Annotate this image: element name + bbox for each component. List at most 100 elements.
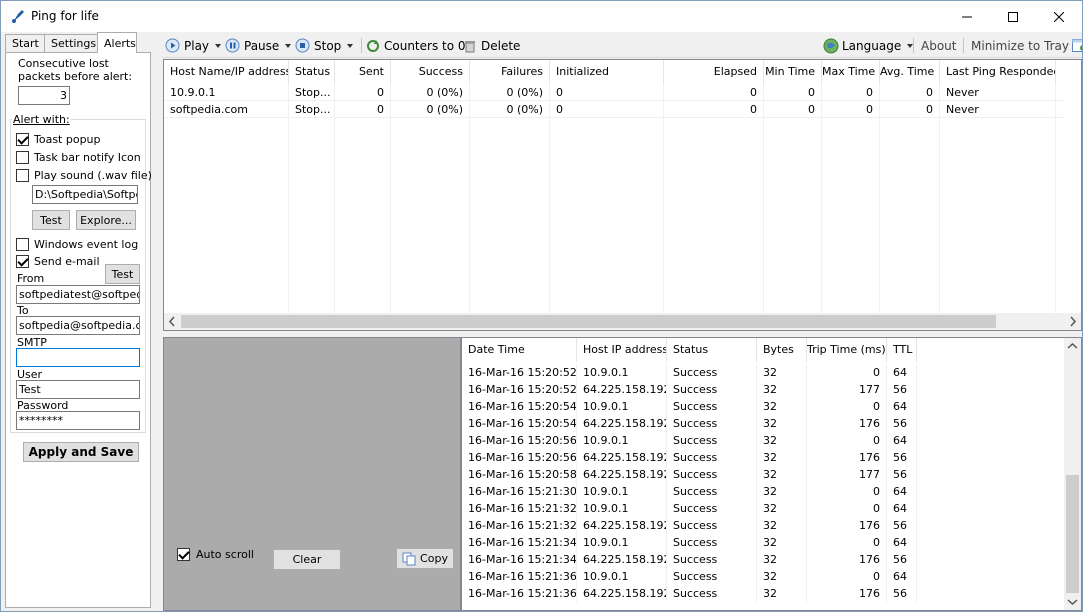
log-table-cell: 64.225.158.192 (577, 415, 667, 432)
scroll-right-icon[interactable] (1065, 313, 1081, 330)
sound-path-field[interactable]: D:\Softpedia\Softpec (32, 185, 138, 204)
hosts-column-header[interactable]: Last Ping Responded (940, 60, 1056, 84)
play-dropdown-icon[interactable] (215, 43, 222, 48)
hosts-horizontal-scrollbar[interactable] (164, 313, 1081, 330)
toast-popup-checkbox[interactable] (16, 133, 29, 146)
about-button[interactable]: About (921, 36, 956, 55)
hosts-column-header[interactable]: Initialized (550, 60, 664, 84)
tab-alerts[interactable]: Alerts (97, 32, 137, 53)
log-table-row[interactable]: 16-Mar-16 15:21:34 64.225.158.192 Success 3… (462, 551, 917, 568)
empty-cell (764, 288, 822, 305)
log-table-row[interactable]: 16-Mar-16 15:21:32 64.225.158.192 Success 3… (462, 517, 917, 534)
stop-button[interactable]: Stop (295, 36, 354, 55)
empty-cell (164, 169, 289, 186)
hosts-column-header[interactable]: Failures (470, 60, 550, 84)
log-table-cell: 64 (887, 534, 917, 551)
log-table-row[interactable]: 16-Mar-16 15:20:58 64.225.158.192 Success 3… (462, 466, 917, 483)
play-button[interactable]: Play (165, 36, 222, 55)
delete-button[interactable]: Delete (463, 36, 520, 55)
empty-cell (470, 186, 550, 203)
consecutive-count-field[interactable]: 3 (18, 86, 70, 105)
hosts-column-header[interactable]: Sent (335, 60, 391, 84)
scroll-left-icon[interactable] (164, 313, 180, 330)
log-table-row[interactable]: 16-Mar-16 15:20:52 64.225.158.192 Success 3… (462, 381, 917, 398)
log-column-header[interactable]: Bytes (757, 338, 807, 362)
log-vertical-scrollbar[interactable] (1064, 338, 1081, 610)
counters-to-zero-button[interactable]: Counters to 0 (366, 36, 466, 55)
scroll-down-icon[interactable] (1064, 594, 1081, 610)
vertical-splitter[interactable] (152, 32, 162, 611)
log-column-header[interactable]: Trip Time (ms) (807, 338, 887, 362)
taskbar-icon-checkbox[interactable] (16, 151, 29, 164)
log-table-cell: 10.9.0.1 (577, 568, 667, 585)
event-log-checkbox[interactable] (16, 238, 29, 251)
log-table-cell: 64 (887, 398, 917, 415)
log-column-header[interactable]: Date Time (462, 338, 577, 362)
hosts-column-header[interactable]: Elapsed (664, 60, 764, 84)
log-table-cell: 56 (887, 466, 917, 483)
copy-button[interactable]: Copy (396, 548, 454, 569)
hosts-column-header[interactable]: Host Name/IP address (164, 60, 289, 84)
pause-icon (225, 38, 240, 53)
close-window-button[interactable] (1036, 1, 1082, 32)
play-sound-checkbox[interactable] (16, 169, 29, 182)
hosts-column-header[interactable]: Max Time (822, 60, 880, 84)
pause-dropdown-icon[interactable] (285, 43, 292, 48)
log-scroll-thumb[interactable] (1066, 475, 1079, 593)
log-table-cell: 0 (807, 398, 887, 415)
empty-cell (550, 220, 664, 237)
log-table-row[interactable]: 16-Mar-16 15:21:36 64.225.158.192 Success 3… (462, 585, 917, 602)
empty-cell (550, 152, 664, 169)
log-table-row[interactable]: 16-Mar-16 15:20:54 10.9.0.1 Success 32 0 64 (462, 398, 917, 415)
pause-button[interactable]: Pause (225, 36, 292, 55)
minimize-to-tray-button[interactable]: Minimize to Tray (971, 36, 1082, 55)
to-field[interactable]: softpedia@softpedia.com (16, 316, 140, 335)
tab-start[interactable]: Start (5, 34, 45, 53)
empty-cell (335, 118, 391, 135)
empty-cell (880, 135, 940, 152)
hosts-column-header[interactable]: Min Time (764, 60, 822, 84)
minimize-window-button[interactable] (944, 1, 990, 32)
log-table-row[interactable]: 16-Mar-16 15:20:56 64.225.158.192 Success 3… (462, 449, 917, 466)
log-table-row[interactable]: 16-Mar-16 15:21:32 10.9.0.1 Success 32 0 64 (462, 500, 917, 517)
hosts-column-header[interactable]: Status (289, 60, 335, 84)
scroll-up-icon[interactable] (1064, 338, 1081, 354)
log-table-row[interactable]: 16-Mar-16 15:21:34 10.9.0.1 Success 32 0 64 (462, 534, 917, 551)
log-table-row[interactable]: 16-Mar-16 15:21:36 10.9.0.1 Success 32 0 64 (462, 568, 917, 585)
log-table-cell: 32 (757, 551, 807, 568)
hosts-column-header[interactable]: Success (391, 60, 470, 84)
log-column-header[interactable]: Host IP address (577, 338, 667, 362)
clear-button[interactable]: Clear (273, 549, 341, 570)
hosts-table-cell: 0 (664, 101, 764, 118)
smtp-field[interactable] (16, 348, 140, 367)
empty-cell (940, 220, 1056, 237)
stop-dropdown-icon[interactable] (347, 43, 354, 48)
log-column-header[interactable]: Status (667, 338, 757, 362)
email-test-button[interactable]: Test (105, 264, 140, 284)
empty-cell (335, 203, 391, 220)
log-column-header[interactable]: TTL (887, 338, 917, 362)
hosts-table-row[interactable]: softpedia.com Stop... 0 0 (0%) 0 (0%) 0 0 0 0 0 Ne… (164, 101, 1064, 118)
hosts-scroll-thumb[interactable] (181, 315, 996, 328)
toolbar-separator (913, 38, 914, 53)
password-field[interactable]: ******** (16, 411, 140, 430)
tab-settings[interactable]: Settings (44, 34, 98, 53)
hosts-column-header[interactable]: Avg. Time (880, 60, 940, 84)
sound-test-button[interactable]: Test (32, 210, 70, 230)
send-email-checkbox[interactable] (16, 255, 29, 268)
apply-and-save-button[interactable]: Apply and Save (23, 442, 139, 462)
log-table-row[interactable]: 16-Mar-16 15:21:30 10.9.0.1 Success 32 0 64 (462, 483, 917, 500)
log-table-row[interactable]: 16-Mar-16 15:20:54 64.225.158.192 Success 3… (462, 415, 917, 432)
auto-scroll-checkbox[interactable] (177, 548, 190, 561)
hosts-table-row[interactable]: 10.9.0.1 Stop... 0 0 (0%) 0 (0%) 0 0 0 0 0 Never (164, 84, 1064, 101)
log-table-row[interactable]: 16-Mar-16 15:20:52 10.9.0.1 Success 32 0 64 (462, 364, 917, 381)
user-field[interactable]: Test (16, 380, 140, 399)
empty-row (164, 186, 1064, 203)
from-field[interactable]: softpediatest@softpedia.c (16, 285, 140, 304)
empty-cell (822, 152, 880, 169)
empty-cell (289, 271, 335, 288)
log-table-row[interactable]: 16-Mar-16 15:20:56 10.9.0.1 Success 32 0 64 (462, 432, 917, 449)
maximize-window-button[interactable] (990, 1, 1036, 32)
explore-button[interactable]: Explore... (76, 210, 136, 230)
language-button[interactable]: Language (823, 36, 914, 55)
